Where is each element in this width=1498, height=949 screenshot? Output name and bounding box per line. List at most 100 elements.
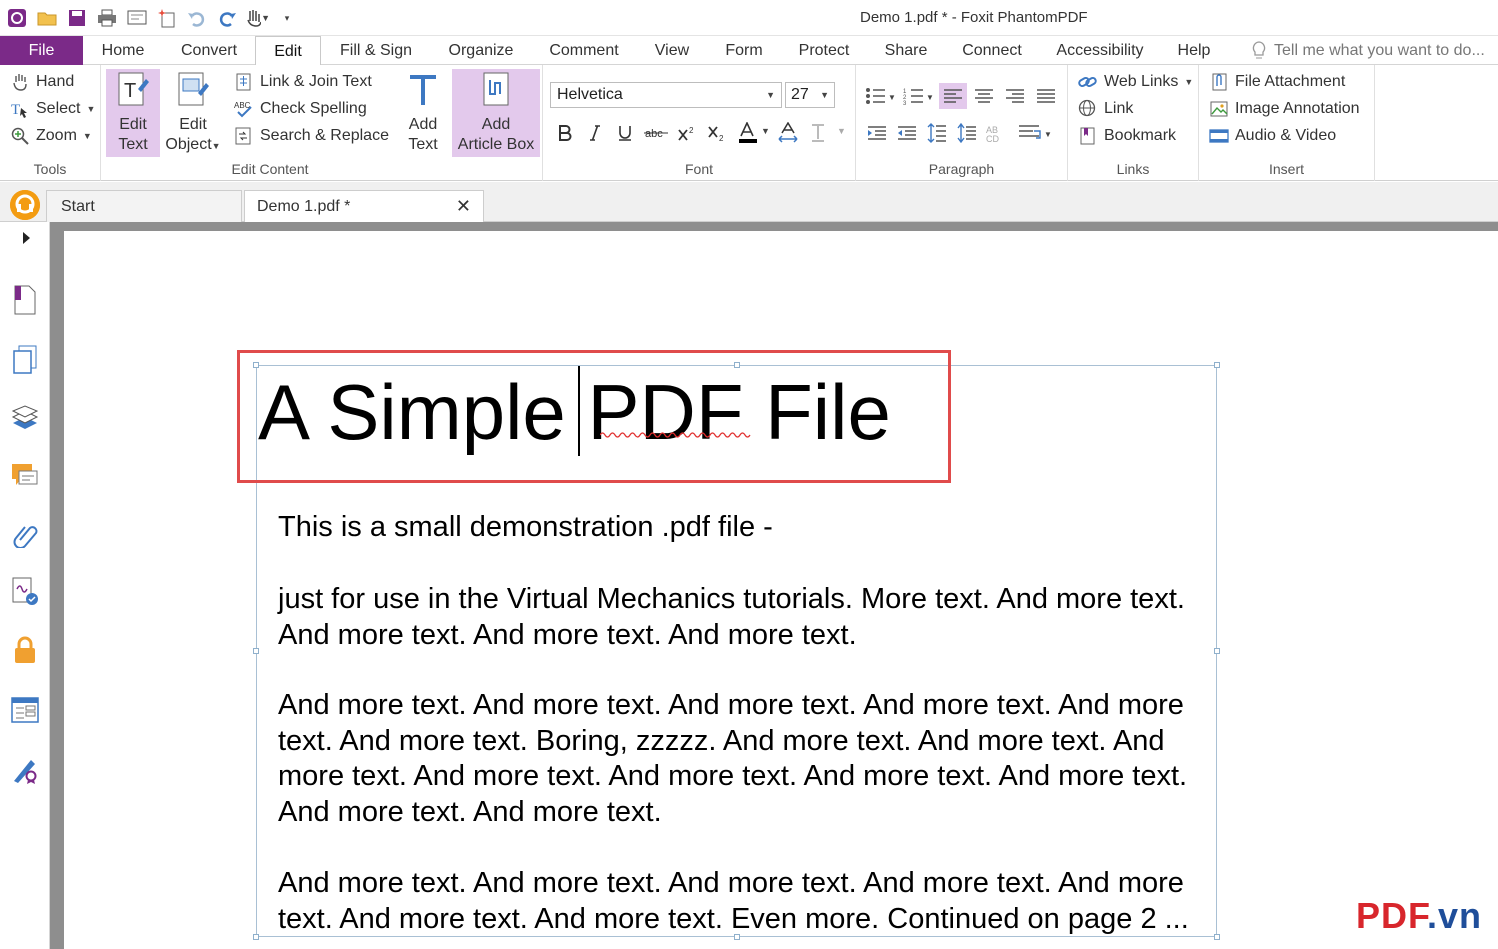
app-logo-icon[interactable] [4,5,30,31]
indent-increase-button[interactable] [864,120,890,146]
tab-comment[interactable]: Comment [543,36,625,65]
justify-button[interactable] [1032,83,1060,109]
tab-accessibility[interactable]: Accessibility [1051,36,1149,65]
page-thumbnails-icon[interactable] [9,284,41,316]
tab-form[interactable]: Form [718,36,770,65]
tab-home[interactable]: Home [93,36,153,65]
save-icon[interactable] [64,5,90,31]
align-center-icon [975,89,993,103]
signatures-icon[interactable] [9,576,41,608]
new-sparkle-icon[interactable] [154,5,180,31]
svg-text:▼: ▼ [761,126,770,136]
svg-text:abc: abc [645,128,663,140]
form-fields-icon[interactable] [9,694,41,726]
align-center-button[interactable] [970,83,998,109]
search-replace-button[interactable]: Search & Replace [234,123,389,149]
pages-icon[interactable] [9,344,41,376]
svg-text:▼: ▼ [926,93,934,102]
text-height-button[interactable]: ▼ [808,120,848,146]
web-links-label: Web Links [1104,73,1179,90]
align-left-button[interactable] [939,83,967,109]
tell-me-search[interactable]: Tell me what you want to do... [1252,36,1485,65]
screen-icon[interactable] [124,5,150,31]
document-title[interactable]: A Simple PDF File [258,368,891,456]
paragraph-3[interactable]: And more text. And more text. And more t… [278,688,1218,830]
paragraph-1[interactable]: This is a small demonstration .pdf file … [278,510,1218,546]
select-tool[interactable]: T Select ▼ [10,96,95,122]
bullet-list-button[interactable]: ▼ [864,83,898,109]
audio-video-button[interactable]: Audio & Video [1209,123,1336,149]
align-right-button[interactable] [1001,83,1029,109]
print-icon[interactable] [94,5,120,31]
paragraph-2[interactable]: just for use in the Virtual Mechanics tu… [278,582,1218,653]
italic-button[interactable] [585,120,605,146]
tab-demo-1[interactable]: Demo 1.pdf * ✕ [244,190,484,222]
paragraph-spacing-button[interactable] [954,120,980,146]
bookmark-button[interactable]: Bookmark [1078,123,1176,149]
comments-icon[interactable] [9,460,41,492]
add-text-label-1: Add [408,116,438,133]
text-wrap-button[interactable]: ▼ [1016,120,1056,146]
attachments-icon[interactable] [9,518,41,550]
globe-link-icon [1078,99,1098,119]
tab-fill-sign[interactable]: Fill & Sign [334,36,418,65]
resize-handle[interactable] [1214,362,1220,368]
redo-icon[interactable] [214,5,240,31]
certificate-edit-icon[interactable] [9,754,41,786]
group-label-links: Links [1116,161,1150,177]
undo-icon[interactable] [184,5,210,31]
group-label-edit-content: Edit Content [231,161,309,177]
layers-icon[interactable] [9,402,41,434]
edit-object-button[interactable]: Edit Object▼ [163,69,223,157]
resize-handle[interactable] [253,648,259,654]
tab-protect[interactable]: Protect [793,36,855,65]
text-cursor [578,366,580,456]
tab-connect[interactable]: Connect [956,36,1028,65]
superscript-button[interactable]: 2 [676,120,698,146]
strikethrough-button[interactable]: abc [643,120,669,146]
group-label-tools: Tools [33,161,67,177]
tab-start[interactable]: Start [46,190,242,222]
check-spelling-button[interactable]: ABC Check Spelling [234,96,367,122]
tab-share[interactable]: Share [878,36,934,65]
numbered-list-button[interactable]: 1 2 3 ▼ [902,83,936,109]
close-icon[interactable]: ✕ [456,196,471,217]
edit-text-button[interactable]: T Edit Text [106,69,160,157]
web-links-button[interactable]: Web Links ▼ [1078,69,1193,95]
indent-decrease-button[interactable] [894,120,920,146]
link-join-text-button[interactable]: Link & Join Text [234,69,372,95]
foxit-logo-icon[interactable] [10,190,40,220]
hand-stamp-icon[interactable]: ▼ [244,5,270,31]
hand-tool[interactable]: Hand [10,69,74,95]
text-direction-button[interactable]: AB CD [984,120,1010,146]
edit-object-label-2-wrap: Object▼ [165,135,220,156]
font-name-select[interactable]: Helvetica ▼ [550,82,782,108]
chevron-down-icon: ▼ [211,141,221,151]
paragraph-4[interactable]: And more text. And more text. And more t… [278,866,1218,937]
spelling-error-underline [600,432,751,438]
image-annotation-button[interactable]: Image Annotation [1209,96,1360,122]
subscript-button[interactable]: 2 [706,120,728,146]
add-text-button[interactable]: Add Text [397,69,449,157]
open-folder-icon[interactable] [34,5,60,31]
tab-view[interactable]: View [648,36,696,65]
tab-organize[interactable]: Organize [442,36,520,65]
char-spacing-button[interactable] [776,120,800,146]
link-button[interactable]: Link [1078,96,1133,122]
tab-convert[interactable]: Convert [173,36,245,65]
tab-file[interactable]: File [0,36,83,65]
tab-help[interactable]: Help [1171,36,1217,65]
customize-toolbar-icon[interactable]: ▾ [274,5,300,31]
expand-panel-icon[interactable] [18,226,36,250]
add-article-box-button[interactable]: Add Article Box [452,69,540,157]
line-spacing-button[interactable] [924,120,950,146]
security-lock-icon[interactable] [9,634,41,666]
file-attachment-button[interactable]: File Attachment [1209,69,1345,95]
zoom-tool[interactable]: Zoom ▼ [10,123,92,149]
resize-handle[interactable] [253,934,259,940]
font-size-select[interactable]: 27 ▼ [785,82,835,108]
font-color-button[interactable]: ▼ [736,120,772,146]
underline-button[interactable] [614,120,636,146]
bold-button[interactable] [555,120,575,146]
tab-edit[interactable]: Edit [255,36,321,66]
